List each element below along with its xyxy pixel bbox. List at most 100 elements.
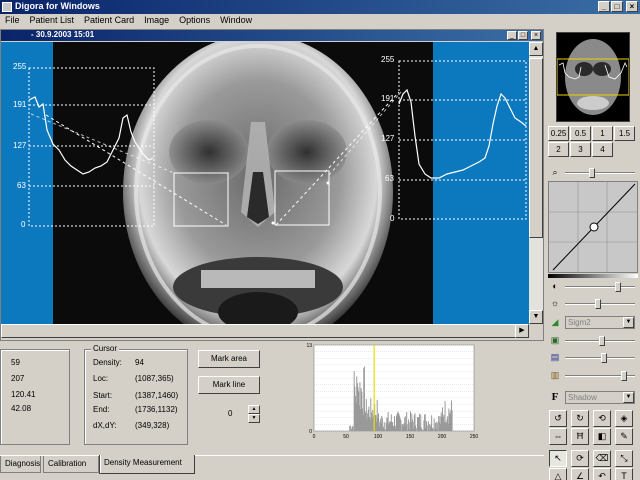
menu-image[interactable]: Image <box>139 14 174 26</box>
minimize-button[interactable]: _ <box>598 1 610 12</box>
menu-patient-list[interactable]: Patient List <box>25 14 80 26</box>
tab-diagnosis[interactable]: Diagnosis <box>0 456 41 473</box>
rotate-free-icon[interactable]: ⟳ <box>571 450 589 467</box>
invert-icon[interactable]: ◧ <box>593 428 611 445</box>
filter-combo[interactable]: Sigm2 ▼ <box>565 316 635 329</box>
flip-vertical-icon[interactable]: Ħ <box>571 428 589 445</box>
horizontal-scrollbar[interactable]: ▶ <box>1 324 529 338</box>
zoom-3-button[interactable]: 3 <box>570 142 591 157</box>
histogram-bar <box>433 418 435 431</box>
shadow-combo[interactable]: Shadow ▼ <box>565 391 635 404</box>
image-window-title: - 30.9.2003 15:01 <box>1 30 543 41</box>
font-icon: F <box>551 391 559 403</box>
window-title: Digora for Windows <box>15 1 100 11</box>
histogram-y-tick: 13 <box>306 343 312 349</box>
sharpen-icon: ▣ <box>550 335 560 345</box>
stats-box: 59 207 120.41 42.08 <box>0 349 70 445</box>
menu-window[interactable]: Window <box>215 14 257 26</box>
angle-icon[interactable]: ∠ <box>571 468 589 480</box>
histogram-x-tick: 250 <box>470 434 479 440</box>
vertical-scrollbar[interactable]: ▲ ▼ <box>529 42 543 324</box>
zoom-0-5-button[interactable]: 0.5 <box>570 126 591 141</box>
tone-curve-editor[interactable] <box>548 181 638 273</box>
histogram-bar <box>451 410 453 431</box>
spinner-up-button[interactable]: ▲ <box>248 405 260 414</box>
right-tick-0: 0 <box>390 214 395 223</box>
arrows-icon[interactable]: ⤡ <box>615 450 633 467</box>
rotate-left-icon[interactable]: ↺ <box>549 410 567 427</box>
measure-icon[interactable]: △ <box>549 468 567 480</box>
contrast-slider[interactable] <box>565 282 635 292</box>
brightness-icon: ☼ <box>550 298 560 308</box>
vertical-scroll-thumb[interactable] <box>529 58 543 238</box>
stat-value-3: 120.41 <box>11 390 36 399</box>
histogram-bar <box>436 422 438 431</box>
horizontal-scroll-thumb[interactable] <box>1 324 517 338</box>
gamma-icon: ▤ <box>550 352 560 362</box>
maximize-button[interactable]: □ <box>611 1 623 12</box>
close-button[interactable]: × <box>626 1 638 12</box>
undo-icon[interactable]: ↶ <box>593 468 611 480</box>
tool-panel: 0.25 0.5 1 1.5 2 3 4 ⌕ ◐ ☼ ◢ Sigm2▼ ▣ ▤ <box>545 29 640 480</box>
pointer-icon[interactable]: ↖ <box>549 450 567 467</box>
zoom-slider[interactable] <box>565 168 635 178</box>
right-tick-191: 191 <box>381 94 395 103</box>
zoom-2-button[interactable]: 2 <box>548 142 569 157</box>
histogram-x-tick: 200 <box>438 434 447 440</box>
image-maximize-button[interactable]: □ <box>518 31 528 40</box>
emboss-slider[interactable] <box>565 371 635 381</box>
tab-density-measurement[interactable]: Density Measurement <box>99 455 195 474</box>
histogram-chart: 1300 50 100 150 200 250 <box>306 343 479 440</box>
left-tick-127: 127 <box>13 141 27 150</box>
histogram-x-tick: 100 <box>374 434 383 440</box>
zoom-4-button[interactable]: 4 <box>592 142 613 157</box>
contrast-icon: ◐ <box>552 281 558 291</box>
rotate-ccw-icon[interactable]: ⟲ <box>593 410 611 427</box>
pencil-icon[interactable]: ✎ <box>615 428 633 445</box>
xray-canvas[interactable]: 255 191 127 63 0 255 191 127 63 0 <box>1 42 529 324</box>
image-minimize-button[interactable]: _ <box>507 31 517 40</box>
histogram-bar <box>384 429 386 431</box>
rotate-right-icon[interactable]: ↻ <box>571 410 589 427</box>
title-bar: Digora for Windows _ □ × <box>0 0 640 14</box>
tab-calibration[interactable]: Calibration <box>43 456 99 473</box>
histogram-bar <box>406 412 408 431</box>
mark-line-button[interactable]: Mark line <box>198 376 260 394</box>
histogram-x-tick: 50 <box>343 434 349 440</box>
eraser-icon[interactable]: ⌫ <box>593 450 611 467</box>
density-label: Density: <box>93 358 122 367</box>
left-tick-0: 0 <box>21 220 26 229</box>
xray-image[interactable] <box>1 42 529 324</box>
cursor-group: Cursor Density: 94 Loc: (1087,365) Start… <box>84 344 188 445</box>
mark-area-button[interactable]: Mark area <box>198 350 260 368</box>
density-value: 94 <box>135 358 144 367</box>
histogram-bar <box>415 425 417 431</box>
menu-file[interactable]: File <box>0 14 25 26</box>
histogram-bar <box>432 427 434 431</box>
zoom-1-5-button[interactable]: 1.5 <box>614 126 635 141</box>
text-icon[interactable]: T <box>615 468 633 480</box>
histogram-x-tick: 150 <box>406 434 415 440</box>
flip-horizontal-icon[interactable]: ⇔ <box>549 428 567 445</box>
spinner-down-button[interactable]: ▼ <box>248 414 260 423</box>
dxdy-label: dX,dY: <box>93 421 117 430</box>
histogram-bar <box>426 421 427 431</box>
brightness-slider[interactable] <box>565 299 635 309</box>
gamma-slider[interactable] <box>565 353 635 363</box>
scroll-up-button[interactable]: ▲ <box>529 42 543 56</box>
scroll-right-button[interactable]: ▶ <box>515 324 529 338</box>
image-close-button[interactable]: × <box>531 31 541 40</box>
scroll-down-button[interactable]: ▼ <box>529 310 543 324</box>
thumbnail-navigator[interactable] <box>556 32 630 122</box>
zoom-0-25-button[interactable]: 0.25 <box>548 126 569 141</box>
fill-icon[interactable]: ◈ <box>615 410 633 427</box>
loc-label: Loc: <box>93 374 109 383</box>
zoom-1-button[interactable]: 1 <box>592 126 613 141</box>
menu-bar: File Patient List Patient Card Image Options… <box>0 14 640 28</box>
left-tick-63: 63 <box>17 181 26 190</box>
start-value: (1387,1460) <box>135 391 179 400</box>
menu-patient-card[interactable]: Patient Card <box>79 14 139 26</box>
spinner[interactable]: ▲ ▼ <box>248 405 260 423</box>
menu-options[interactable]: Options <box>174 14 215 26</box>
sharpen-slider[interactable] <box>565 336 635 346</box>
